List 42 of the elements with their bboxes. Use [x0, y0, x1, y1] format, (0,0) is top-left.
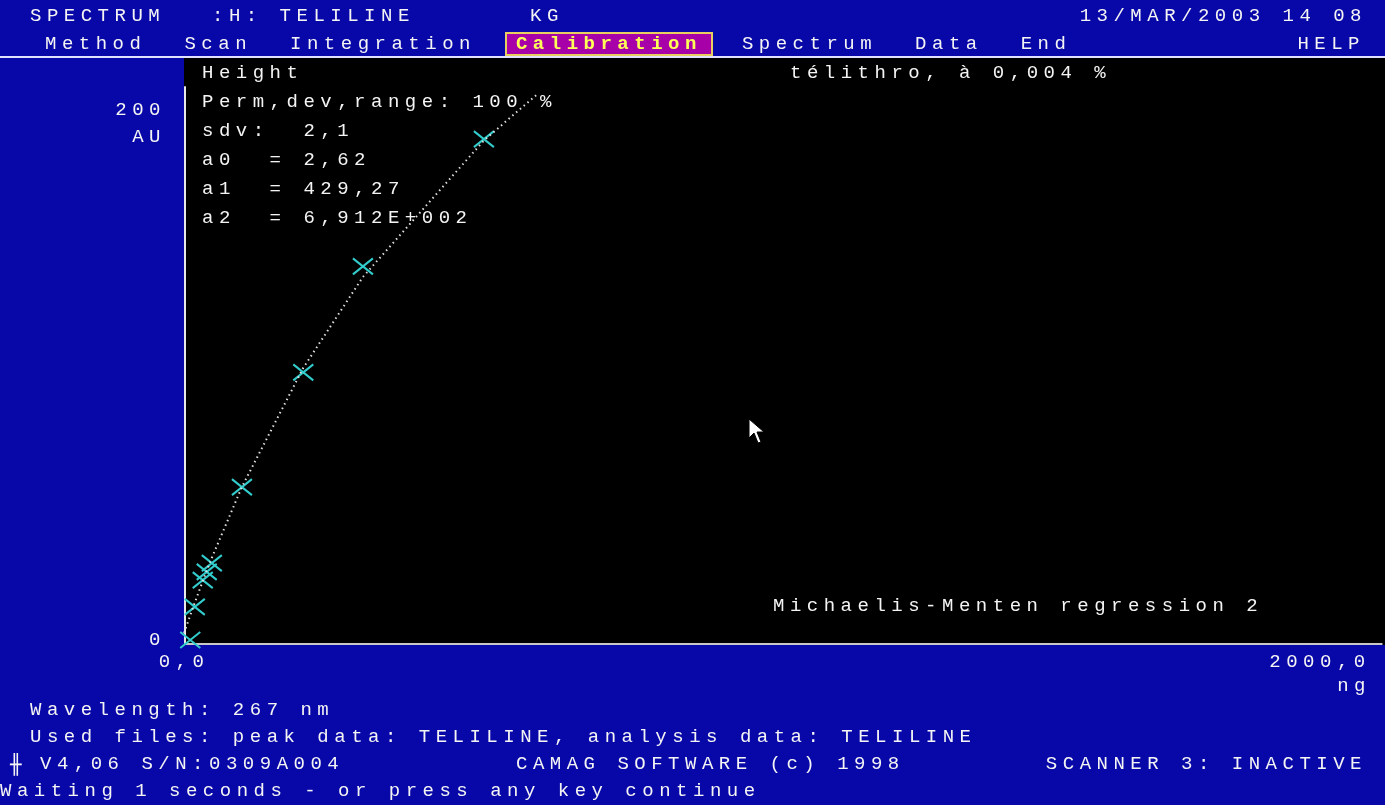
data-point-marker — [351, 257, 374, 276]
menu-item[interactable]: Integration — [281, 32, 485, 56]
data-point-marker — [200, 554, 223, 573]
x-axis-tick: 2000,0 — [1269, 651, 1371, 673]
data-point-marker — [472, 130, 495, 149]
menu-item[interactable]: Spectrum — [732, 32, 887, 56]
data-point-marker — [183, 597, 206, 616]
wavelength-info: Wavelength: 267 nm — [30, 701, 335, 720]
menu-item[interactable]: Data — [906, 32, 992, 56]
used-files-info: Used files: peak data: TELILINE, analysis data: TELILINE — [30, 728, 977, 747]
data-point-marker — [191, 571, 214, 590]
substance-label: télithro, à 0,004 % — [790, 64, 1112, 83]
menu-item[interactable]: Calibration — [504, 32, 713, 56]
copyright-info: CAMAG SOFTWARE (c) 1998 — [516, 755, 905, 774]
measure-mode: Height — [202, 64, 304, 83]
method-name: :H: TELILINE — [212, 6, 416, 26]
fit-statistic: Perm,dev,range: 100 % — [202, 93, 557, 112]
y-axis-tick: 200 — [115, 99, 166, 121]
version-info: V4,06 S/N:0309A004 — [40, 755, 346, 774]
scanner-status: SCANNER 3: INACTIVE — [1045, 755, 1367, 774]
status-message: Waiting 1 seconds - or press any key continue — [0, 782, 761, 801]
status-glyph: ╫ — [10, 755, 23, 774]
y-axis-tick: 0 — [149, 629, 166, 651]
menu-item[interactable]: End — [1011, 32, 1081, 56]
program-title: SPECTRUM — [30, 6, 167, 26]
menu-item[interactable]: Method — [36, 32, 156, 56]
x-axis-tick: 0,0 — [158, 651, 210, 673]
fit-statistic: sdv: 2,1 — [202, 122, 355, 141]
y-axis-unit: AU — [132, 128, 166, 147]
x-axis-unit: ng — [1337, 676, 1371, 696]
data-point-marker — [292, 363, 315, 382]
fit-statistic: a0 = 2,62 — [202, 151, 372, 170]
plate-type: KG — [530, 6, 564, 26]
menu-item[interactable]: Scan — [175, 32, 262, 56]
date-time: 13/MAR/2003 14 08 — [1079, 6, 1367, 26]
fit-statistic: a2 = 6,912E+002 — [202, 209, 473, 228]
help-menu[interactable]: HELP — [1295, 32, 1367, 56]
data-point-marker — [179, 631, 202, 649]
fit-statistic: a1 = 429,27 — [202, 180, 405, 199]
regression-label: Michaelis-Menten regression 2 — [773, 597, 1264, 616]
data-point-marker — [195, 562, 218, 581]
data-point-marker — [230, 478, 253, 497]
